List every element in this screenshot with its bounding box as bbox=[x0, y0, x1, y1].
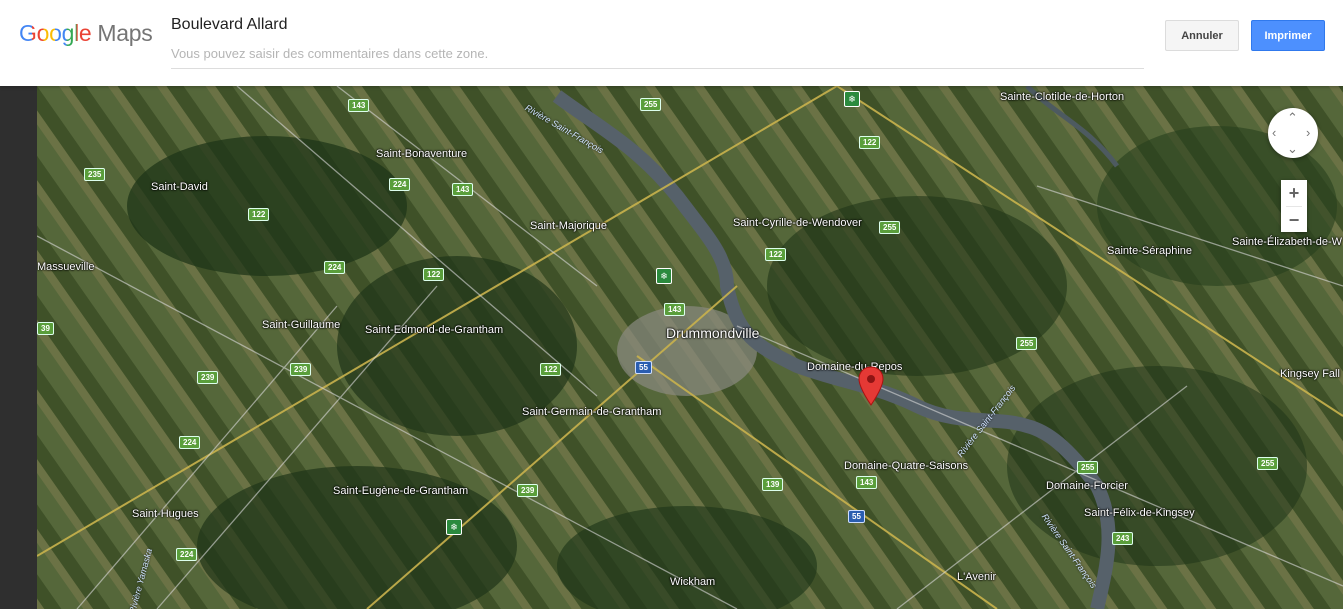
route-shield: 243 bbox=[1112, 532, 1134, 545]
place-label: Saint-Eugène-de-Grantham bbox=[333, 485, 469, 497]
place-label: Domaine-du-Repos bbox=[807, 361, 903, 373]
route-shield: 122 bbox=[248, 208, 270, 221]
route-shield: 224 bbox=[176, 548, 198, 561]
route-shield: 255 bbox=[1016, 337, 1038, 350]
map-pin-icon[interactable] bbox=[858, 366, 884, 411]
place-label: Wickham bbox=[670, 576, 716, 588]
route-shield: 122 bbox=[423, 268, 445, 281]
place-label: Saint-Edmond-de-Grantham bbox=[365, 324, 504, 336]
route-shield: 122 bbox=[859, 136, 881, 149]
place-label: Kingsey Fall bbox=[1280, 368, 1340, 380]
route-shield: 239 bbox=[197, 371, 219, 384]
route-shield: 143 bbox=[856, 476, 878, 489]
place-label: Saint-Hugues bbox=[132, 508, 199, 520]
route-shield: 55 bbox=[848, 510, 865, 523]
place-label: Saint-Majorique bbox=[530, 220, 608, 232]
place-label: Saint-Cyrille-de-Wendover bbox=[733, 217, 862, 229]
pan-right-icon[interactable]: › bbox=[1306, 126, 1310, 139]
route-shield: 224 bbox=[389, 178, 411, 191]
place-label: Sainte-Clotilde-de-Horton bbox=[1000, 91, 1125, 103]
place-label: Massueville bbox=[37, 261, 95, 273]
route-shield: 139 bbox=[762, 478, 784, 491]
route-shield: 143 bbox=[348, 99, 370, 112]
satellite-map[interactable]: Sainte-Clotilde-de-Horton Saint-Bonavent… bbox=[37, 86, 1343, 609]
google-maps-logo: Google Maps bbox=[19, 20, 153, 47]
place-label: Sainte-Séraphine bbox=[1107, 245, 1193, 257]
place-label: L'Avenir bbox=[957, 571, 997, 583]
zoom-in-button[interactable]: + bbox=[1281, 180, 1307, 206]
route-shield: 255 bbox=[1257, 457, 1279, 470]
left-margin bbox=[0, 86, 37, 609]
place-label: Saint-Félix-de-Kingsey bbox=[1084, 507, 1195, 519]
zoom-out-button[interactable]: − bbox=[1281, 207, 1307, 233]
comment-input[interactable] bbox=[171, 44, 1144, 69]
tourist-info-icon[interactable]: ❄ bbox=[656, 268, 672, 284]
route-shield: 39 bbox=[37, 322, 54, 335]
place-label: Saint-Germain-de-Grantham bbox=[522, 406, 662, 418]
pan-down-icon[interactable]: ⌄ bbox=[1287, 142, 1298, 155]
pan-up-icon[interactable]: ⌃ bbox=[1287, 111, 1298, 124]
route-shield: 224 bbox=[324, 261, 346, 274]
place-label: Saint-David bbox=[151, 181, 208, 193]
tourist-info-icon[interactable]: ❄ bbox=[844, 91, 860, 107]
route-shield: 143 bbox=[452, 183, 474, 196]
place-label: Saint-Guillaume bbox=[262, 319, 341, 331]
route-shield: 143 bbox=[664, 303, 686, 316]
place-label-city: Drummondville bbox=[666, 325, 760, 341]
print-button[interactable]: Imprimer bbox=[1251, 20, 1325, 51]
route-shield: 122 bbox=[765, 248, 787, 261]
pan-control-icon[interactable]: ⌃ ⌄ ‹ › bbox=[1268, 108, 1318, 158]
place-label: Saint-Bonaventure bbox=[376, 148, 468, 160]
map-title-field[interactable]: Boulevard Allard bbox=[171, 16, 288, 34]
header-bar: GoogleMaps Boulevard Allard Annuler Impr… bbox=[0, 0, 1343, 86]
route-shield: 255 bbox=[879, 221, 901, 234]
place-label: Domaine-Quatre-Saisons bbox=[844, 460, 969, 472]
zoom-control: + − bbox=[1281, 180, 1307, 232]
route-shield: 239 bbox=[517, 484, 539, 497]
logo-google-text: Google bbox=[19, 20, 92, 46]
route-shield: 224 bbox=[179, 436, 201, 449]
pan-left-icon[interactable]: ‹ bbox=[1272, 126, 1276, 139]
route-shield: 239 bbox=[290, 363, 312, 376]
place-label: Domaine-Forcier bbox=[1046, 480, 1128, 492]
route-shield: 255 bbox=[640, 98, 662, 111]
route-shield: 122 bbox=[540, 363, 562, 376]
route-shield: 235 bbox=[84, 168, 106, 181]
map-terrain bbox=[37, 86, 1343, 609]
place-label: Sainte-Élizabeth-de-W bbox=[1232, 236, 1343, 248]
cancel-button[interactable]: Annuler bbox=[1165, 20, 1239, 51]
logo-maps-text: Maps bbox=[97, 20, 153, 46]
route-shield: 55 bbox=[635, 361, 652, 374]
route-shield: 255 bbox=[1077, 461, 1099, 474]
tourist-info-icon[interactable]: ❄ bbox=[446, 519, 462, 535]
